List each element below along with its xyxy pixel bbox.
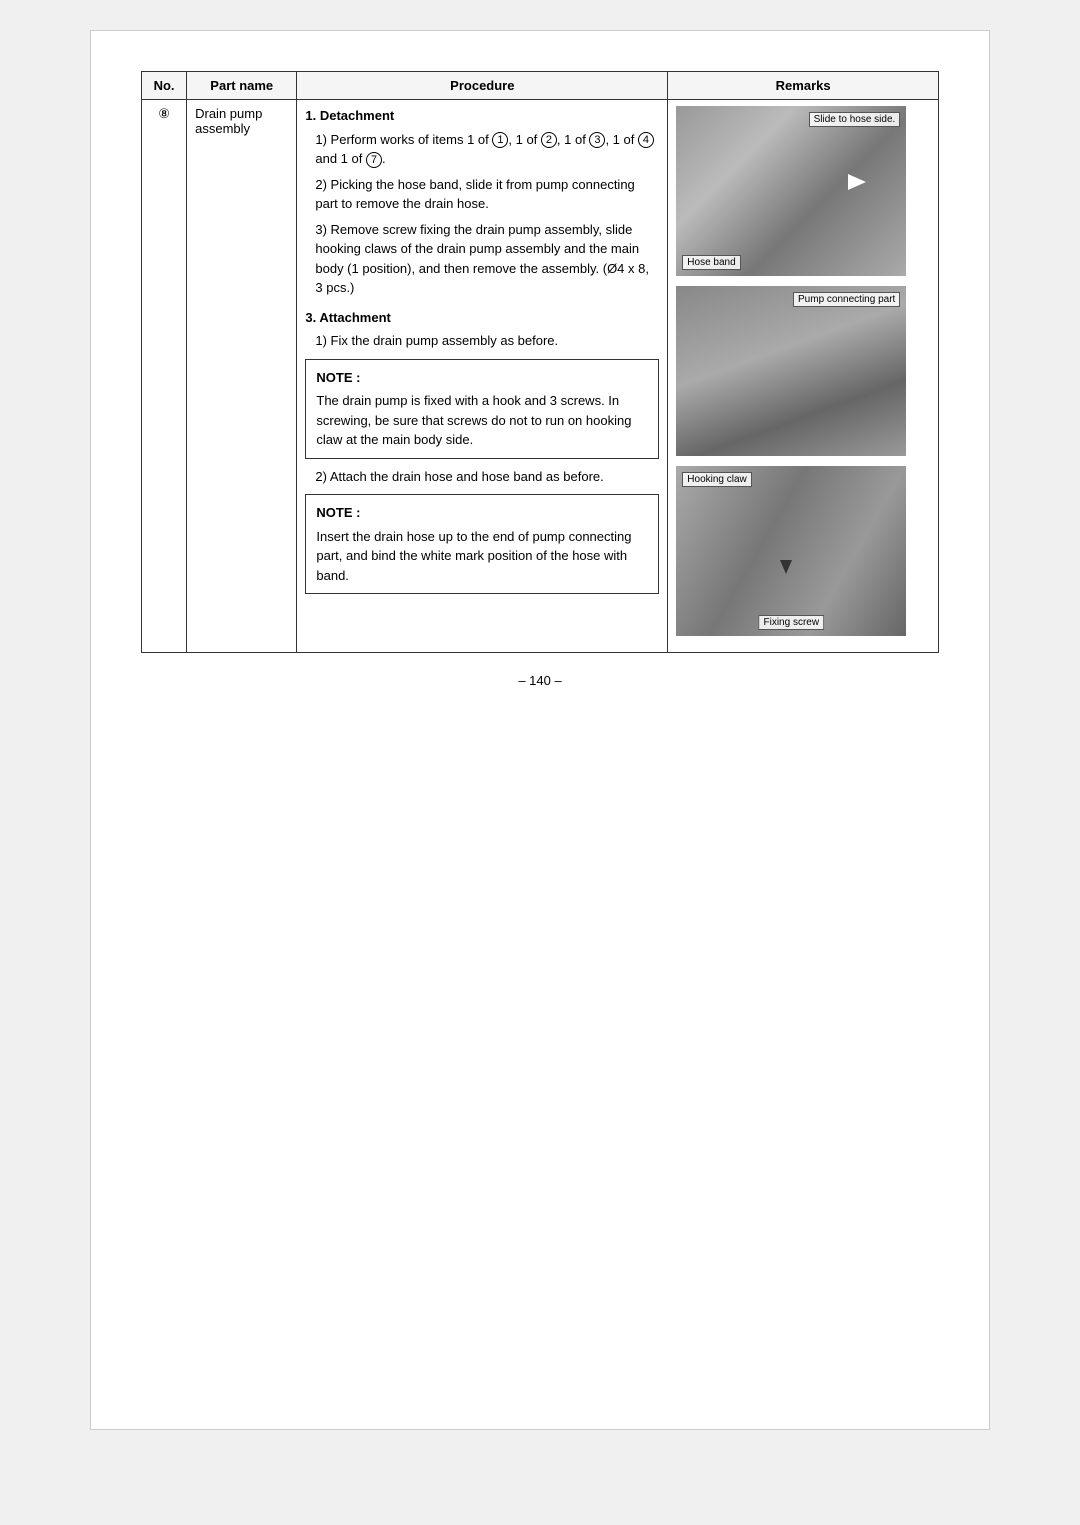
note-box-1: NOTE : The drain pump is fixed with a ho… [305,359,659,459]
table-row: ⑧ Drain pump assembly 1. Detachment 1) P… [142,100,939,653]
att-step2: 2) Attach the drain hose and hose band a… [315,467,659,487]
header-remarks: Remarks [668,72,939,100]
img1-label-top: Slide to hose side. [809,112,901,127]
page: No. Part name Procedure Remarks ⑧ Drain … [90,30,990,1430]
note2-title: NOTE : [316,503,648,523]
arrow-down-icon [780,560,792,574]
row-no: ⑧ [142,100,187,653]
header-no: No. [142,72,187,100]
main-table: No. Part name Procedure Remarks ⑧ Drain … [141,71,939,653]
img3-label-top: Hooking claw [682,472,751,487]
header-procedure: Procedure [297,72,668,100]
note1-title: NOTE : [316,368,648,388]
img3-label-bottom: Fixing screw [759,615,825,630]
detachment-title: 1. Detachment [305,106,659,126]
img1-label-bottom: Hose band [682,255,740,270]
arrow-right-icon [848,174,866,190]
header-part-name: Part name [187,72,297,100]
image-hose-band: Slide to hose side. Hose band [676,106,906,276]
step1: 1) Perform works of items 1 of 1, 1 of 2… [315,130,659,169]
note2-body: Insert the drain hose up to the end of p… [316,527,648,586]
note1-body: The drain pump is fixed with a hook and … [316,391,648,450]
part-name-cell: Drain pump assembly [187,100,297,653]
image-hooking-claw: Hooking claw Fixing screw [676,466,906,636]
part-name-text: Drain pump assembly [195,106,262,136]
image-pump-connecting: Pump connecting part [676,286,906,456]
att-step1: 1) Fix the drain pump assembly as before… [315,331,659,351]
attachment-title: 3. Attachment [305,308,659,328]
remarks-cell: Slide to hose side. Hose band Pump conne… [668,100,939,653]
row-no-value: ⑧ [158,106,170,121]
page-number: – 140 – [141,673,939,688]
step3: 3) Remove screw fixing the drain pump as… [315,220,659,298]
note-box-2: NOTE : Insert the drain hose up to the e… [305,494,659,594]
img2-label-top: Pump connecting part [793,292,900,307]
step2: 2) Picking the hose band, slide it from … [315,175,659,214]
procedure-cell: 1. Detachment 1) Perform works of items … [297,100,668,653]
